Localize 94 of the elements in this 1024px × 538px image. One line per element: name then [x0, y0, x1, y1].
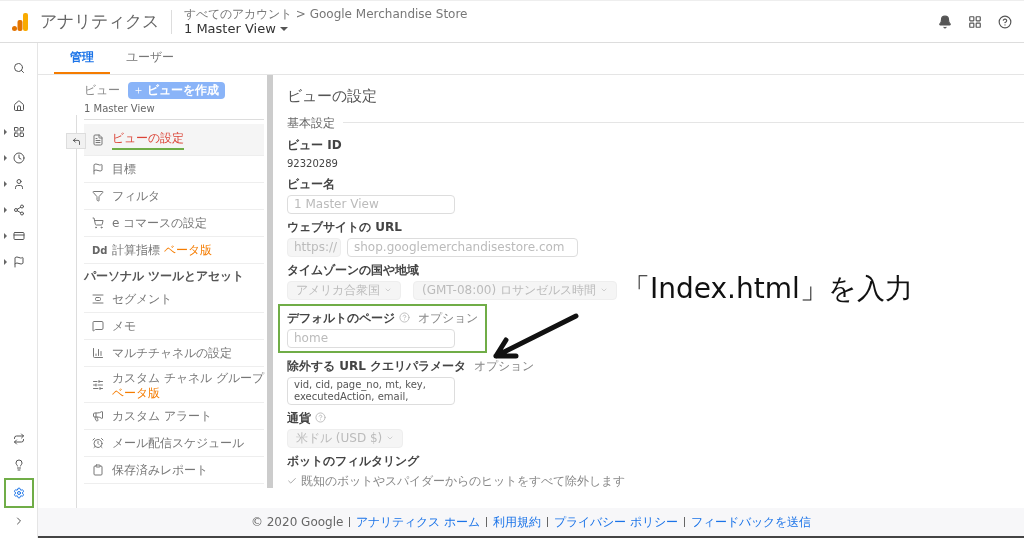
breadcrumb[interactable]: すべてのアカウント > Google Merchandise Store [184, 6, 468, 21]
plus-icon [134, 85, 143, 95]
menu-label: マルチチャネルの設定 [112, 345, 232, 362]
copyright: © 2020 Google [250, 514, 344, 531]
apps-icon[interactable] [968, 14, 982, 29]
field-label: タイムゾーンの国や地域 [287, 261, 419, 279]
menu-label: e コマースの設定 [112, 215, 208, 232]
menu-label: 保存済みレポート [112, 462, 208, 479]
annotation-text: 「Index.html」を入力 [622, 271, 913, 307]
card-icon[interactable] [12, 230, 25, 242]
beta-label: ベータ版 [112, 387, 161, 400]
field-label: 除外する URL クエリパラメータ [287, 357, 466, 375]
menu-item[interactable]: 目標 [84, 156, 264, 183]
footer-link[interactable]: フィードバックを送信 [691, 513, 812, 531]
checkbox[interactable] [287, 475, 297, 486]
menu-label: カスタム チャネル グループ [112, 370, 264, 387]
flag-icon [92, 163, 104, 175]
megaphone-icon [92, 410, 104, 422]
menu-item[interactable]: セグメント [84, 286, 264, 313]
loop-icon[interactable] [12, 433, 25, 445]
optional-note: オプション [418, 309, 478, 327]
textarea-field[interactable]: vid, cid, page_no, mt, key, executedAction, email, [287, 376, 455, 405]
comment-icon [92, 320, 104, 332]
person-icon[interactable] [12, 178, 25, 190]
footer-link[interactable]: 利用規約 [493, 513, 542, 531]
alarm-clock-icon [92, 437, 104, 449]
field-label: ボットのフィルタリング [287, 452, 419, 470]
view-name: 1 Master View [84, 101, 264, 120]
menu-label: フィルタ [112, 188, 160, 205]
tab[interactable]: 管理 [54, 42, 110, 74]
menu-item[interactable]: メモ [84, 313, 264, 340]
caret-icon [384, 286, 392, 294]
caret-icon [600, 286, 608, 294]
expand-caret-icon[interactable] [3, 181, 7, 187]
menu-item[interactable]: メール配信スケジュール [84, 430, 264, 457]
menu-item[interactable]: Dd 計算指標 ベータ版 [84, 237, 264, 264]
checkbox-label: 既知のボットやスパイダーからのヒットをすべて除外します [301, 472, 625, 490]
menu-item[interactable]: カスタム アラート [84, 403, 264, 430]
clock-icon[interactable] [12, 152, 25, 164]
home-icon[interactable] [12, 100, 25, 112]
beta-label: ベータ版 [164, 243, 212, 257]
view-id-value: 92320289 [287, 156, 339, 171]
help-icon[interactable] [998, 14, 1012, 29]
menu-label: ビューの設定 [112, 129, 184, 150]
expand-caret-icon[interactable] [3, 155, 7, 161]
expand-caret-icon[interactable] [3, 207, 7, 213]
menu-item[interactable]: ビューの設定 [84, 124, 264, 156]
footer-link[interactable]: アナリティクス ホーム [356, 513, 481, 531]
section-heading: パーソナル ツールとアセット [84, 268, 246, 285]
menu-item[interactable]: カスタム チャネル グループ ベータ版 [84, 367, 264, 403]
field-label: ウェブサイトの URL [287, 218, 402, 236]
lightbulb-icon[interactable] [12, 459, 25, 471]
menu-label: カスタム アラート [112, 408, 212, 425]
expand-caret-icon[interactable] [3, 259, 7, 265]
back-button[interactable] [66, 133, 86, 149]
logo-icon [12, 12, 28, 31]
app-name: アナリティクス [40, 9, 159, 33]
field-label: 通貨 [287, 409, 311, 427]
branch-icon[interactable] [12, 204, 25, 216]
field-label: デフォルトのページ [287, 309, 395, 327]
grid-icon[interactable] [12, 126, 25, 138]
clipboard-icon [92, 464, 104, 476]
footer-link[interactable]: プライバシー ポリシー [554, 513, 679, 531]
input-field[interactable]: home [287, 328, 455, 348]
expand-caret-icon[interactable] [3, 233, 7, 239]
menu-item[interactable]: マルチチャネルの設定 [84, 340, 264, 367]
search-icon[interactable] [12, 62, 25, 74]
optional-note: オプション [474, 357, 534, 375]
expand-caret-icon[interactable] [3, 129, 7, 135]
document-icon [92, 133, 104, 146]
menu-item[interactable]: 保存済みレポート [84, 457, 264, 484]
menu-item[interactable]: e コマースの設定 [84, 210, 264, 237]
menu-label: 目標 [112, 161, 136, 178]
menu-item[interactable]: フィルタ [84, 183, 264, 210]
menu-label: メール配信スケジュール [112, 435, 244, 452]
tab[interactable]: ユーザー [110, 42, 190, 74]
settings-icon[interactable] [12, 487, 25, 499]
flag-icon[interactable] [12, 256, 25, 268]
bar-chart-icon [92, 347, 104, 359]
menu-label: メモ [112, 318, 136, 335]
page-title: ビューの設定 [287, 86, 378, 107]
menu-label: セグメント [112, 291, 172, 308]
cart-icon [92, 217, 104, 229]
section-title: 基本設定 [287, 114, 335, 132]
field-label: ビュー名 [287, 175, 335, 193]
menu-label: 計算指標 [112, 242, 160, 259]
notification-icon[interactable] [938, 14, 952, 29]
sliders-icon [92, 378, 104, 391]
filter-icon [92, 190, 104, 202]
back-arrow-icon [71, 136, 81, 146]
column-label: ビュー [84, 82, 120, 99]
caret-icon [386, 434, 395, 442]
view-selector[interactable]: 1 Master View [184, 20, 468, 37]
field-label: ビュー ID [287, 136, 342, 154]
